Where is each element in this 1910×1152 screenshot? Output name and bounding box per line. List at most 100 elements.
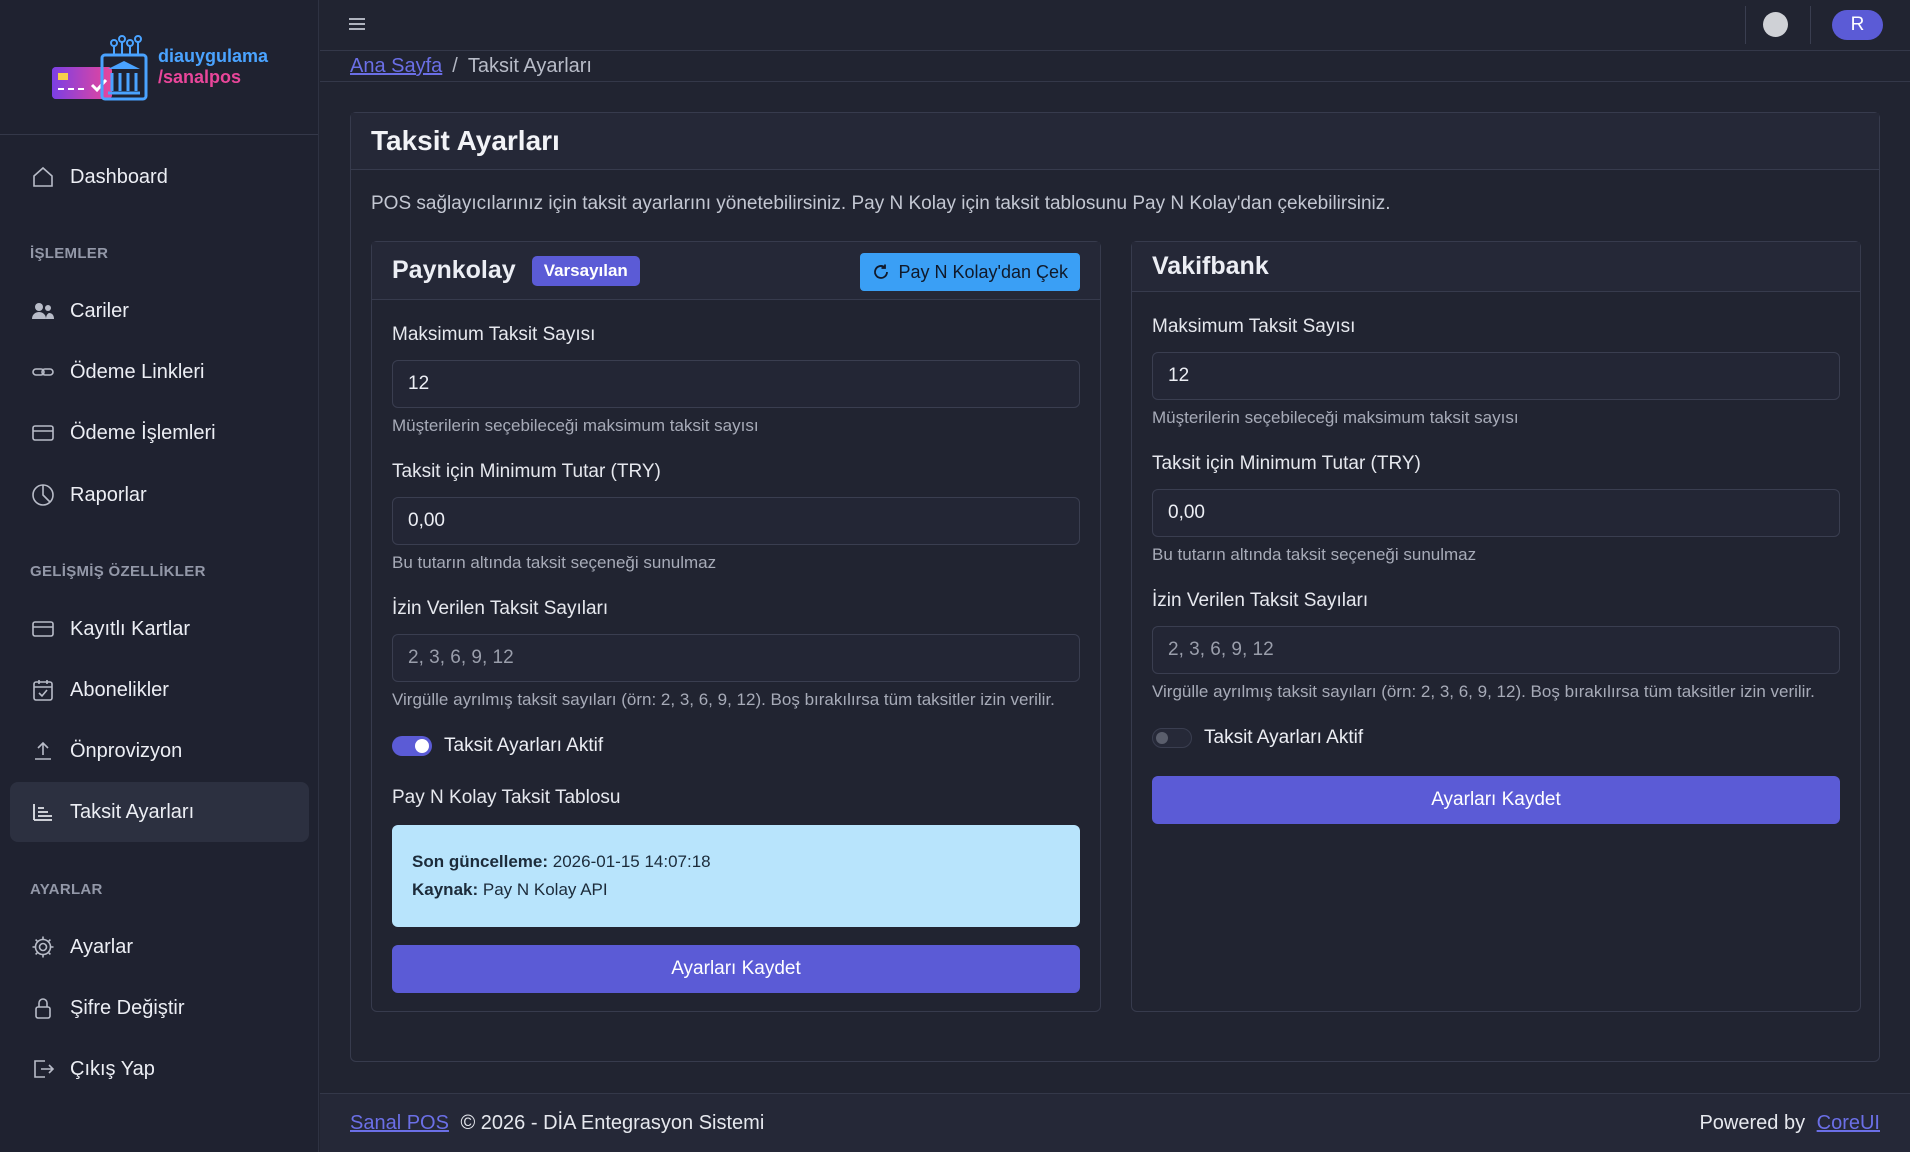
footer-coreui-link[interactable]: CoreUI [1817,1112,1880,1134]
sidebar-item-sifre-degistir[interactable]: Şifre Değiştir [10,978,309,1038]
paynkolay-card: Paynkolay Varsayılan Pay N Kolay'dan Çek… [371,241,1101,1012]
installment-table-label: Pay N Kolay Taksit Tablosu [392,787,621,808]
sidebar-item-label: Ayarlar [70,935,133,958]
status-indicator[interactable] [1763,12,1788,37]
paynkolay-card-header: Paynkolay Varsayılan Pay N Kolay'dan Çek [372,242,1100,300]
nav-section-title: İŞLEMLER [30,245,109,262]
vakifbank-card-header: Vakifbank [1132,242,1860,292]
footer-left: Sanal POS © 2026 - DİA Entegrasyon Siste… [350,1112,764,1135]
source-label: Kaynak: [412,880,479,899]
breadcrumb-current: Taksit Ayarları [467,55,592,77]
logout-icon [30,1056,56,1082]
brand[interactable]: diauygulama /sanalpos [0,0,318,135]
brand-line1: diauygulama [157,46,269,66]
sidebar-item-raporlar[interactable]: Raporlar [10,465,309,525]
sidebar-item-label: Şifre Değiştir [70,996,185,1019]
hamburger-menu-icon[interactable] [346,13,368,35]
allowed-installments-input[interactable]: 2, 3, 6, 9, 12 [392,634,1080,682]
max-installment-input[interactable]: 12 [1152,352,1840,400]
top-header: R [320,0,1910,51]
page-title: Taksit Ayarları [351,113,1879,170]
sidebar-item-label: Raporlar [70,483,147,506]
sidebar-item-onprovizyon[interactable]: Önprovizyon [10,721,309,781]
last-update-label: Son güncelleme: [412,852,549,871]
paynkolay-title: Paynkolay [392,256,516,284]
installment-table-info: Son güncelleme: 2026-01-15 14:07:18 Kayn… [392,825,1080,927]
sidebar-item-label: Dashboard [70,165,168,188]
sidebar-item-dashboard[interactable]: Dashboard [10,147,309,207]
fetch-paynkolay-button[interactable]: Pay N Kolay'dan Çek [860,253,1080,291]
footer-home-link[interactable]: Sanal POS [350,1112,449,1134]
home-icon [30,164,56,190]
calendar-check-icon [30,677,56,703]
min-amount-input[interactable]: 0,00 [1152,489,1840,537]
sidebar-item-label: Ödeme Linkleri [70,360,205,383]
min-amount-label: Taksit için Minimum Tutar (TRY) [1152,453,1421,474]
max-installment-label: Maksimum Taksit Sayısı [1152,316,1356,337]
sidebar-item-label: Abonelikler [70,678,169,701]
sidebar-item-label: Önprovizyon [70,739,183,762]
save-settings-button[interactable]: Ayarları Kaydet [392,945,1080,993]
sidebar-item-cariler[interactable]: Cariler [10,281,309,341]
refresh-icon [874,264,889,279]
min-amount-label: Taksit için Minimum Tutar (TRY) [392,461,661,482]
min-amount-help: Bu tutarın altında taksit seçeneği sunul… [392,553,717,572]
sidebar-item-label: Taksit Ayarları [70,800,195,823]
list-lines-icon [30,799,56,825]
brand-line2: /sanalpos [157,67,242,87]
sidebar-item-abonelikler[interactable]: Abonelikler [10,660,309,720]
active-toggle-row: Taksit Ayarları Aktif [392,735,603,757]
footer-copyright: © 2026 - DİA Entegrasyon Sistemi [460,1111,765,1134]
min-amount-input[interactable]: 0,00 [392,497,1080,545]
max-installment-help: Müşterilerin seçebileceği maksimum taksi… [1152,408,1519,427]
allowed-installments-help: Virgülle ayrılmış taksit sayıları (örn: … [392,690,1055,709]
link-icon [30,359,56,385]
active-toggle-label: Taksit Ayarları Aktif [1204,727,1364,748]
main-card: Taksit Ayarları POS sağlayıcılarınız içi… [350,112,1880,1062]
sidebar-item-label: Çıkış Yap [70,1057,155,1080]
save-settings-button[interactable]: Ayarları Kaydet [1152,776,1840,824]
logo-icon [51,35,148,101]
fetch-button-label: Pay N Kolay'dan Çek [898,261,1068,282]
sidebar-item-label: Ödeme İşlemleri [70,421,216,444]
credit-card-icon [30,616,56,642]
max-installment-input[interactable]: 12 [392,360,1080,408]
source-row: Kaynak: Pay N Kolay API [412,880,1060,900]
header-divider [1745,6,1746,44]
gear-icon [30,934,56,960]
breadcrumb-separator: / [452,55,458,77]
allowed-installments-help: Virgülle ayrılmış taksit sayıları (örn: … [1152,682,1815,701]
active-toggle-switch[interactable] [1152,728,1192,748]
vakifbank-title: Vakifbank [1152,252,1269,280]
default-badge: Varsayılan [531,255,640,286]
active-toggle-label: Taksit Ayarları Aktif [444,735,604,756]
vakifbank-card: Vakifbank Maksimum Taksit Sayısı 12 Müşt… [1131,241,1861,1012]
sidebar-item-taksit-ayarlari[interactable]: Taksit Ayarları [10,782,309,842]
header-divider [1810,6,1811,44]
credit-card-icon [30,420,56,446]
breadcrumb-home-link[interactable]: Ana Sayfa [350,55,442,78]
footer: Sanal POS © 2026 - DİA Entegrasyon Siste… [320,1093,1910,1152]
sidebar-item-odeme-islemleri[interactable]: Ödeme İşlemleri [10,403,309,463]
footer-right: Powered by CoreUI [1699,1112,1880,1135]
brand-text: diauygulama /sanalpos [158,46,268,88]
min-amount-help: Bu tutarın altında taksit seçeneği sunul… [1152,545,1477,564]
last-update-row: Son güncelleme: 2026-01-15 14:07:18 [412,852,1060,872]
allowed-installments-label: İzin Verilen Taksit Sayıları [1152,590,1369,611]
max-installment-label: Maksimum Taksit Sayısı [392,324,596,345]
footer-powered-by: Powered by [1699,1111,1806,1134]
max-installment-help: Müşterilerin seçebileceği maksimum taksi… [392,416,759,435]
allowed-installments-input[interactable]: 2, 3, 6, 9, 12 [1152,626,1840,674]
avatar[interactable]: R [1832,10,1883,40]
page-description: POS sağlayıcılarınız için taksit ayarlar… [371,193,1391,214]
sidebar-item-ayarlar[interactable]: Ayarlar [10,917,309,977]
users-icon [30,298,56,324]
last-update-value: 2026-01-15 14:07:18 [552,852,711,871]
breadcrumb: Ana Sayfa / Taksit Ayarları [320,52,1910,82]
sidebar-item-cikis-yap[interactable]: Çıkış Yap [10,1039,309,1099]
active-toggle-switch[interactable] [392,736,432,756]
sidebar: diauygulama /sanalpos Dashboard İŞLEMLER… [0,0,319,1152]
sidebar-item-odeme-linkleri[interactable]: Ödeme Linkleri [10,342,309,402]
sidebar-item-kayitli-kartlar[interactable]: Kayıtlı Kartlar [10,599,309,659]
nav-section-title: GELİŞMİŞ ÖZELLİKLER [30,563,206,580]
